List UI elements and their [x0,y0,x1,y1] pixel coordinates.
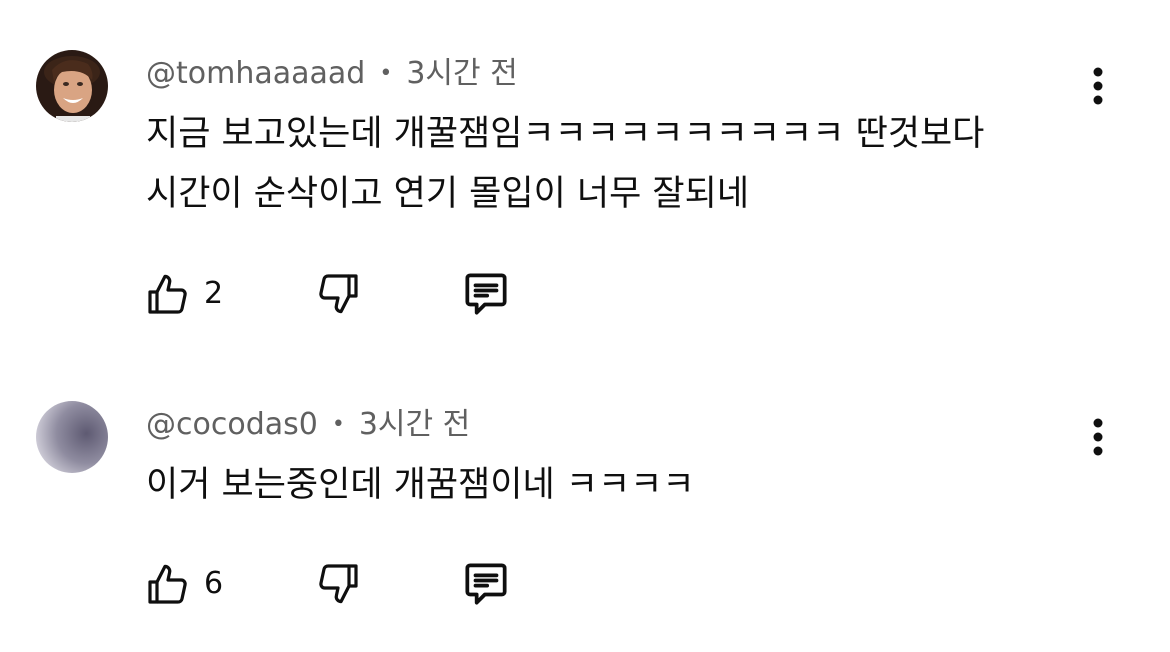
like-count: 2 [204,276,224,311]
meta-separator: • [331,412,345,437]
reply-button[interactable] [458,556,514,612]
like-button[interactable]: 2 [144,266,223,322]
avatar[interactable] [36,401,108,473]
thumbs-up-icon [148,564,187,604]
comment-meta: @cocodas0 • 3시간 전 [146,405,470,445]
dislike-button[interactable] [314,556,362,612]
comment-line: 시간이 순삭이고 연기 몰입이 너무 잘되네 [146,174,750,214]
comment-time: 3시간 전 [406,56,518,91]
thumbs-down-icon [319,274,358,314]
more-options-button[interactable] [1082,64,1114,108]
like-count: 6 [204,566,224,601]
comment-text: 지금 보고있는데 개꿀잼임ㅋㅋㅋㅋㅋㅋㅋㅋㅋㅋ 딴것보다 시간이 순삭이고 연기… [146,104,984,224]
avatar-photo [36,50,108,122]
more-vertical-icon [1093,418,1103,456]
dislike-button[interactable] [314,266,362,322]
meta-separator: • [379,61,393,86]
more-options-button[interactable] [1082,415,1114,459]
comment-text: 이거 보는중인데 개꿈잼이네 ㅋㅋㅋㅋ [146,455,695,515]
author-handle[interactable]: @cocodas0 [146,407,318,442]
comment-meta: @tomhaaaaad • 3시간 전 [146,54,518,94]
like-button[interactable]: 6 [144,556,223,612]
comment-time: 3시간 전 [358,407,471,442]
reply-comment-icon [465,273,507,315]
comment-line: 지금 보고있는데 개꿀잼임ㅋㅋㅋㅋㅋㅋㅋㅋㅋㅋ 딴것보다 [146,114,985,154]
thumbs-down-icon [319,564,358,604]
reply-comment-icon [465,563,507,605]
author-handle[interactable]: @tomhaaaaad [146,56,365,91]
comment-line: 이거 보는중인데 개꿈잼이네 ㅋㅋㅋㅋ [146,465,695,505]
more-vertical-icon [1093,67,1103,105]
avatar-gradient [36,401,108,473]
reply-button[interactable] [458,266,514,322]
comment-actions: 6 [140,556,540,612]
thumbs-up-icon [148,274,187,314]
comment-actions: 2 [140,266,540,322]
avatar[interactable] [36,50,108,122]
